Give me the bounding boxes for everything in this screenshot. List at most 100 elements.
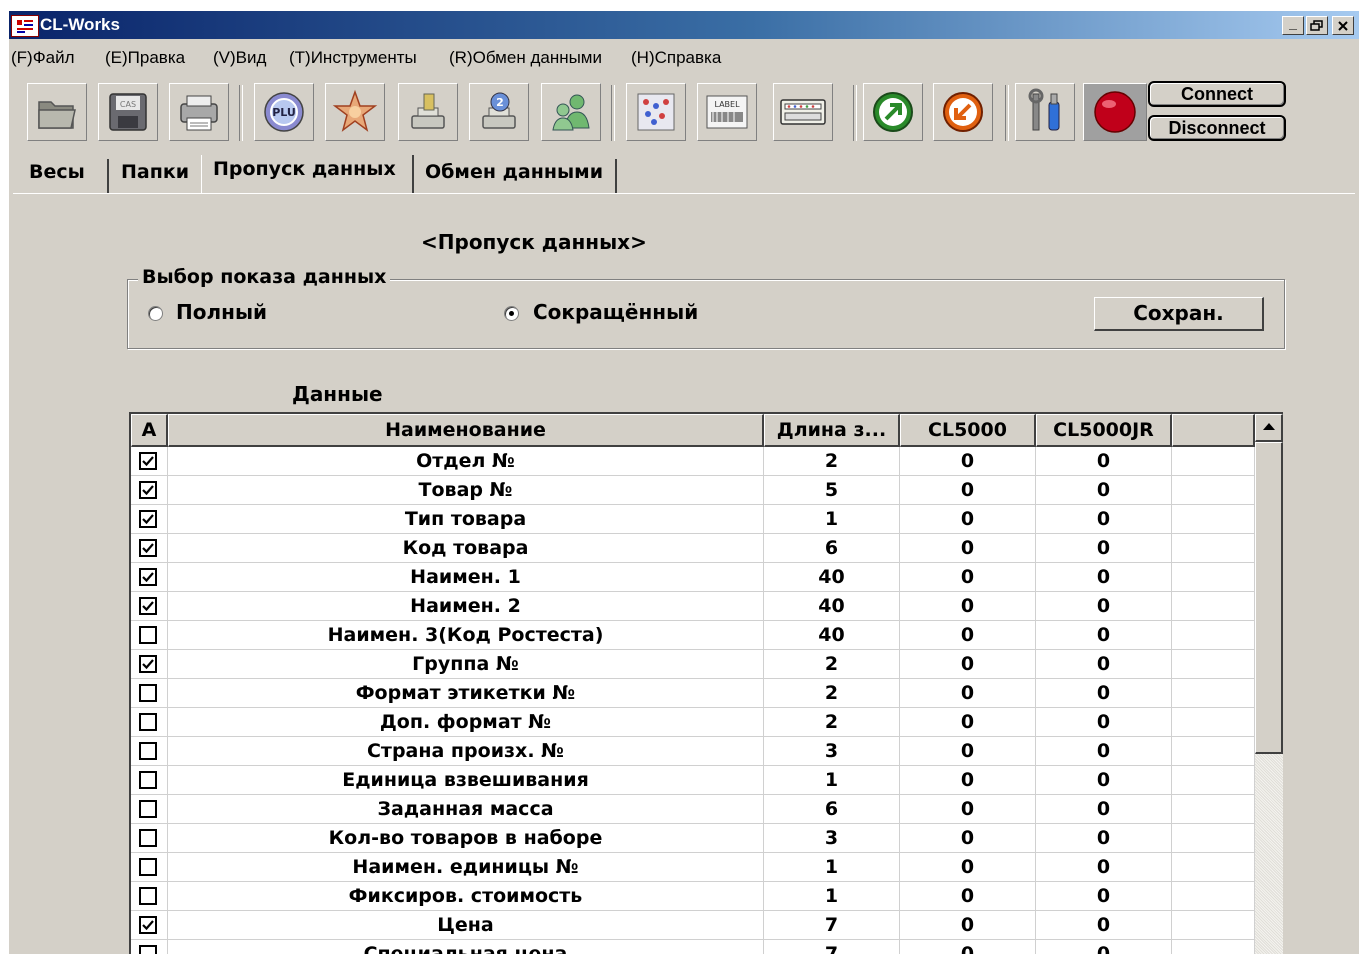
cell-length[interactable]: 2: [764, 708, 900, 737]
cell-cl5000[interactable]: 0: [900, 853, 1036, 882]
label-button[interactable]: LABEL: [697, 83, 757, 141]
cell-cl5000[interactable]: 0: [900, 650, 1036, 679]
cell-name[interactable]: Наимен. 3(Код Ростеста): [168, 621, 764, 650]
table-row[interactable]: Специальная цена 7 0 0: [131, 940, 1255, 954]
cell-name[interactable]: Специальная цена: [168, 940, 764, 954]
radio-full-label[interactable]: Полный: [176, 300, 267, 324]
row-checkbox[interactable]: [139, 858, 157, 876]
print-button[interactable]: [169, 83, 229, 141]
table-row[interactable]: Страна произх. № 3 0 0: [131, 737, 1255, 766]
cell-name[interactable]: Цена: [168, 911, 764, 940]
table-row[interactable]: Наимен. 1 40 0 0: [131, 563, 1255, 592]
table-row[interactable]: Фиксиров. стоимость 1 0 0: [131, 882, 1255, 911]
table-row[interactable]: Единица взвешивания 1 0 0: [131, 766, 1255, 795]
cell-name[interactable]: Отдел №: [168, 447, 764, 476]
connect-button[interactable]: Connect: [1148, 81, 1286, 107]
cell-length[interactable]: 1: [764, 853, 900, 882]
cell-length[interactable]: 40: [764, 563, 900, 592]
row-checkbox[interactable]: [139, 452, 157, 470]
cell-length[interactable]: 6: [764, 795, 900, 824]
open-button[interactable]: [27, 83, 87, 141]
cell-cl5000[interactable]: 0: [900, 592, 1036, 621]
menu-file[interactable]: (F)Файл: [11, 48, 75, 68]
cell-cl5000jr[interactable]: 0: [1036, 911, 1172, 940]
row-checkbox[interactable]: [139, 800, 157, 818]
data-grid[interactable]: A Наименование Длина з... CL5000 CL5000J…: [129, 412, 1283, 954]
cell-length[interactable]: 6: [764, 534, 900, 563]
cell-length[interactable]: 7: [764, 940, 900, 954]
row-checkbox[interactable]: [139, 742, 157, 760]
column-header-cl5000jr[interactable]: CL5000JR: [1036, 414, 1172, 447]
cell-cl5000jr[interactable]: 0: [1036, 824, 1172, 853]
cell-cl5000[interactable]: 0: [900, 766, 1036, 795]
cell-cl5000[interactable]: 0: [900, 447, 1036, 476]
table-row[interactable]: Наимен. 3(Код Ростеста) 40 0 0: [131, 621, 1255, 650]
cell-cl5000[interactable]: 0: [900, 824, 1036, 853]
cell-name[interactable]: Код товара: [168, 534, 764, 563]
table-row[interactable]: Товар № 5 0 0: [131, 476, 1255, 505]
cell-length[interactable]: 2: [764, 679, 900, 708]
cell-cl5000jr[interactable]: 0: [1036, 476, 1172, 505]
table-row[interactable]: Отдел № 2 0 0: [131, 447, 1255, 476]
cell-cl5000[interactable]: 0: [900, 679, 1036, 708]
cell-cl5000[interactable]: 0: [900, 621, 1036, 650]
close-button[interactable]: [1332, 16, 1354, 35]
menu-help[interactable]: (H)Справка: [631, 48, 721, 68]
column-header-name[interactable]: Наименование: [168, 414, 764, 447]
tab-data-exchange[interactable]: Обмен данными: [425, 161, 603, 183]
cell-name[interactable]: Товар №: [168, 476, 764, 505]
table-row[interactable]: Кол-во товаров в наборе 3 0 0: [131, 824, 1255, 853]
cell-cl5000jr[interactable]: 0: [1036, 534, 1172, 563]
row-checkbox[interactable]: [139, 655, 157, 673]
cell-cl5000[interactable]: 0: [900, 737, 1036, 766]
cell-cl5000[interactable]: 0: [900, 911, 1036, 940]
title-bar[interactable]: CL-Works _: [9, 11, 1359, 39]
table-row[interactable]: Доп. формат № 2 0 0: [131, 708, 1255, 737]
row-checkbox[interactable]: [139, 945, 157, 954]
forward-button[interactable]: [863, 83, 923, 141]
menu-exchange[interactable]: (R)Обмен данными: [449, 48, 602, 68]
tab-folders[interactable]: Папки: [121, 161, 189, 183]
save-button[interactable]: Сохран.: [1094, 297, 1264, 331]
scale-download-button[interactable]: [398, 83, 458, 141]
radio-short[interactable]: [504, 306, 519, 321]
cell-length[interactable]: 40: [764, 592, 900, 621]
keyboard-button[interactable]: [773, 83, 833, 141]
table-row[interactable]: Код товара 6 0 0: [131, 534, 1255, 563]
minimize-button[interactable]: _: [1282, 15, 1304, 35]
radio-short-label[interactable]: Сокращённый: [533, 300, 698, 324]
row-checkbox[interactable]: [139, 568, 157, 586]
menu-tools[interactable]: (T)Инструменты: [289, 48, 417, 68]
cell-cl5000jr[interactable]: 0: [1036, 505, 1172, 534]
cell-cl5000[interactable]: 0: [900, 940, 1036, 954]
cell-name[interactable]: Наимен. единицы №: [168, 853, 764, 882]
cell-name[interactable]: Заданная масса: [168, 795, 764, 824]
cell-cl5000jr[interactable]: 0: [1036, 940, 1172, 954]
row-checkbox[interactable]: [139, 597, 157, 615]
cell-cl5000[interactable]: 0: [900, 505, 1036, 534]
cell-cl5000[interactable]: 0: [900, 708, 1036, 737]
cell-name[interactable]: Доп. формат №: [168, 708, 764, 737]
row-checkbox[interactable]: [139, 829, 157, 847]
row-checkbox[interactable]: [139, 713, 157, 731]
table-row[interactable]: Наимен. 2 40 0 0: [131, 592, 1255, 621]
save-toolbar-button[interactable]: CAS: [98, 83, 158, 141]
disconnect-button[interactable]: Disconnect: [1148, 115, 1286, 141]
column-header-cl5000[interactable]: CL5000: [900, 414, 1036, 447]
menu-view[interactable]: (V)Вид: [213, 48, 266, 68]
cell-name[interactable]: Единица взвешивания: [168, 766, 764, 795]
cell-length[interactable]: 40: [764, 621, 900, 650]
table-row[interactable]: Наимен. единицы № 1 0 0: [131, 853, 1255, 882]
cell-name[interactable]: Наимен. 2: [168, 592, 764, 621]
cell-cl5000jr[interactable]: 0: [1036, 563, 1172, 592]
table-row[interactable]: Цена 7 0 0: [131, 911, 1255, 940]
cell-name[interactable]: Наимен. 1: [168, 563, 764, 592]
cell-length[interactable]: 3: [764, 824, 900, 853]
table-row[interactable]: Формат этикетки № 2 0 0: [131, 679, 1255, 708]
restore-button[interactable]: [1306, 16, 1328, 35]
scroll-up-button[interactable]: [1255, 414, 1283, 442]
settings-button[interactable]: [1015, 83, 1075, 141]
cell-cl5000jr[interactable]: 0: [1036, 621, 1172, 650]
cell-cl5000[interactable]: 0: [900, 476, 1036, 505]
cell-cl5000jr[interactable]: 0: [1036, 650, 1172, 679]
